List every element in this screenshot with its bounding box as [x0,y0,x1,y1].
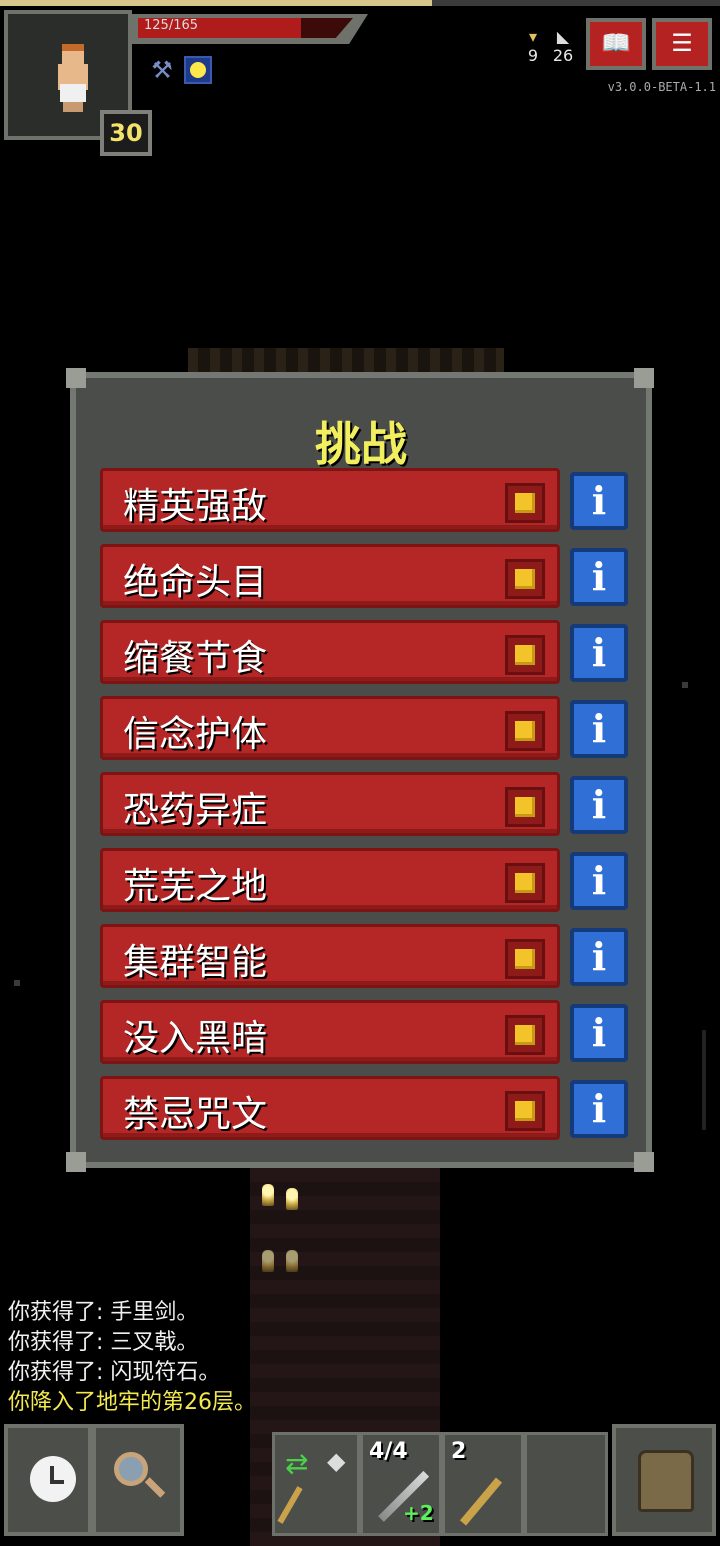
challenge-toggle-button[interactable]: 没入黑暗 [100,1000,560,1064]
challenge-label: 精英强敌 [123,486,268,527]
quickslot-3[interactable] [524,1432,608,1536]
panel-corner [66,368,86,388]
challenge-toggle-button[interactable]: 禁忌咒文 [100,1076,560,1140]
challenge-row: 信念护体 i [100,696,632,760]
journal-button[interactable]: 📖 [586,18,646,70]
challenge-row: 禁忌咒文 i [100,1076,632,1140]
info-button[interactable]: i [570,776,628,834]
gold-stat: ▾ 9 [518,27,548,66]
xp-bar [0,0,720,6]
challenge-row: 绝命头目 i [100,544,632,608]
hero-level: 30 [100,110,152,156]
hp-text: 125/165 [144,18,199,33]
challenge-toggle-button[interactable]: 恐药异症 [100,772,560,836]
info-button[interactable]: i [570,928,628,986]
checkbox-icon[interactable] [505,787,545,827]
panel-corner [634,368,654,388]
info-button[interactable]: i [570,1004,628,1062]
dungeon-speck [14,980,20,986]
info-button[interactable]: i [570,624,628,682]
quickslot-1-bonus: +2 [403,1501,434,1525]
challenge-row: 集群智能 i [100,924,632,988]
quickslot-1[interactable]: 4/4 +2 [360,1432,442,1536]
hero-sprite [50,44,94,114]
challenge-label: 缩餐节食 [123,638,268,679]
wand-icon [277,1486,303,1524]
version-text: v3.0.0-BETA-1.1 [607,80,716,94]
menu-icon: ☰ [671,29,693,57]
challenge-label: 恐药异症 [123,790,268,831]
checkbox-icon[interactable] [505,711,545,751]
log-line: 你获得了: 闪现符石。 [8,1360,221,1385]
challenge-toggle-button[interactable]: 精英强敌 [100,468,560,532]
challenge-toggle-button[interactable]: 信念护体 [100,696,560,760]
challenges-panel: 挑战 精英强敌 i 绝命头目 i 缩餐节食 i 信念护体 i 恐药异症 i 荒芜之地 i 集群智能 i 没入… [70,372,652,1168]
xp-fill [0,0,432,6]
checkbox-icon[interactable] [505,863,545,903]
torch-icon [262,1184,274,1206]
challenge-label: 没入黑暗 [123,1018,268,1059]
challenge-row: 荒芜之地 i [100,848,632,912]
checkbox-icon[interactable] [505,1015,545,1055]
dungeon-speck [682,682,688,688]
challenge-label: 信念护体 [123,714,268,755]
gold-icon: ▾ [528,27,538,46]
message-log: 你获得了: 手里剑。 你获得了: 三叉戟。 你获得了: 闪现符石。 你降入了地牢… [8,1298,256,1418]
torch-icon [262,1250,274,1272]
challenge-row: 没入黑暗 i [100,1000,632,1064]
gold-count: 9 [527,46,539,65]
panel-corner [66,1152,86,1172]
panel-title: 挑战 [315,417,407,471]
challenge-label: 集群智能 [123,942,268,983]
backpack-icon [638,1450,694,1512]
checkbox-icon[interactable] [505,635,545,675]
light-buff-icon[interactable] [184,56,212,84]
log-line-highlight: 你降入了地牢的第26层。 [8,1390,256,1415]
log-line: 你获得了: 手里剑。 [8,1300,199,1325]
challenge-label: 绝命头目 [123,562,268,603]
depth-count: 26 [552,46,574,65]
clock-icon [30,1456,76,1502]
challenge-toggle-button[interactable]: 绝命头目 [100,544,560,608]
quickslot-2-count: 2 [451,1439,467,1464]
checkbox-icon[interactable] [505,559,545,599]
challenge-row: 缩餐节食 i [100,620,632,684]
challenge-row: 精英强敌 i [100,468,632,532]
scroll-hint [702,1030,706,1130]
quickslot-2[interactable]: 2 [442,1432,524,1536]
info-button[interactable]: i [570,852,628,910]
backpack-button[interactable] [612,1424,716,1536]
search-button[interactable] [92,1424,184,1536]
diamond-icon: ◆ [327,1447,346,1475]
panel-corner [634,1152,654,1172]
depth-stat: ◣ 26 [548,27,578,66]
torch-icon [286,1188,298,1210]
axe-icon [459,1477,503,1526]
search-icon [114,1452,148,1486]
challenge-label: 禁忌咒文 [123,1094,268,1135]
quickslot-1-count: 4/4 [369,1439,408,1464]
quickslot-swap[interactable]: ⇄ ◆ [272,1432,360,1536]
torch-icon [286,1250,298,1272]
wait-button[interactable] [4,1424,92,1536]
checkbox-icon[interactable] [505,1091,545,1131]
challenge-label: 荒芜之地 [123,866,268,907]
challenge-toggle-button[interactable]: 缩餐节食 [100,620,560,684]
info-button[interactable]: i [570,548,628,606]
checkbox-icon[interactable] [505,939,545,979]
checkbox-icon[interactable] [505,483,545,523]
info-button[interactable]: i [570,700,628,758]
info-button[interactable]: i [570,1080,628,1138]
challenge-toggle-button[interactable]: 集群智能 [100,924,560,988]
menu-button[interactable]: ☰ [652,18,712,70]
challenge-toggle-button[interactable]: 荒芜之地 [100,848,560,912]
search-handle [144,1477,166,1498]
swap-icon: ⇄ [285,1447,309,1480]
challenge-row: 恐药异症 i [100,772,632,836]
weapon-buff-icon[interactable]: ⚒ [148,56,176,84]
journal-icon: 📖 [601,29,631,57]
info-button[interactable]: i [570,472,628,530]
depth-icon: ◣ [556,27,570,46]
log-line: 你获得了: 三叉戟。 [8,1330,199,1355]
